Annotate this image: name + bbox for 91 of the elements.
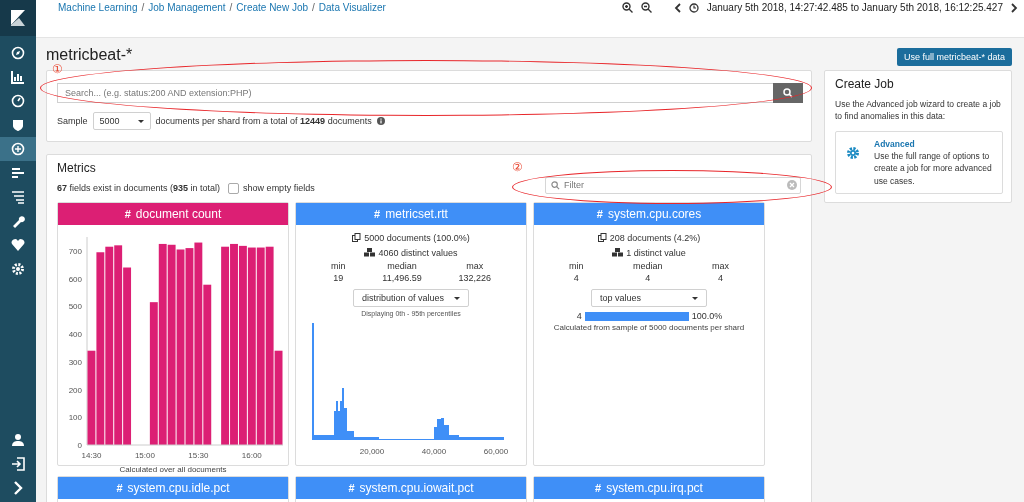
document-count-text: 5000 documents (100.0%)	[364, 232, 470, 243]
search-field[interactable]: Search... (e.g. status:200 AND extension:PHP)	[57, 83, 773, 103]
stat-value: 4	[645, 273, 651, 283]
search-icon	[783, 88, 793, 98]
chart-caption: Calculated over all documents	[119, 465, 227, 474]
breadcrumb-link[interactable]: Create New Job	[236, 2, 309, 13]
advanced-description: Use the full range of options to create a job for more advanced use cases.	[874, 149, 993, 187]
axis-label: 20,000	[359, 447, 384, 456]
chart-type-select[interactable]: top values	[591, 289, 707, 307]
y-tick-label: 200	[68, 385, 83, 395]
annotation-number: ②	[512, 160, 523, 174]
chart-type-select[interactable]: distribution of values	[353, 289, 469, 307]
info-icon[interactable]	[376, 117, 385, 125]
number-type-icon: #	[348, 482, 355, 494]
y-tick-label: 0	[77, 441, 83, 450]
x-tick-label: 14:30	[81, 451, 103, 460]
breadcrumb-link[interactable]: Job Management	[148, 2, 226, 13]
breadcrumb-link[interactable]: Machine Learning	[58, 2, 138, 13]
cubes-icon	[364, 248, 376, 257]
sample-size-select[interactable]: 5000	[92, 112, 151, 130]
gear-icon	[846, 145, 860, 160]
stat-value: 4	[718, 273, 723, 283]
breadcrumb-separator: /	[229, 2, 233, 13]
filter-field[interactable]: Filter	[545, 176, 801, 194]
zoom-in-icon[interactable]	[621, 2, 633, 13]
advanced-link[interactable]: Advanced	[874, 137, 996, 150]
stat-value: 19	[333, 273, 344, 283]
y-tick-label: 400	[68, 330, 83, 340]
field-name: system.cpu.irq.pct	[606, 481, 703, 495]
stat-label: min	[569, 261, 584, 271]
sample-label: Sample	[57, 116, 88, 126]
axis-label: 40,000	[421, 447, 446, 456]
cubes-icon	[612, 248, 624, 257]
page-title: metricbeat-*	[46, 45, 134, 64]
fields-summary: 67 fields exist in documents (935 in total)	[57, 183, 221, 193]
stat-label: median	[633, 261, 663, 271]
field-name: system.cpu.cores	[607, 207, 702, 221]
sample-description: documents per shard from a total of 12449 documents	[155, 116, 372, 126]
y-tick-label: 100	[68, 413, 83, 423]
checkbox-label: show empty fields	[243, 183, 315, 193]
field-name: system.cpu.iowait.pct	[359, 481, 474, 495]
document-count-text: 208 documents (4.2%)	[609, 232, 701, 243]
top-value-label: 4	[575, 311, 582, 321]
y-tick-label: 500	[68, 302, 83, 312]
time-range-link[interactable]: January 5th 2018, 14:27:42.485 to January 5th 2018, 16:12:25.427	[706, 2, 1003, 13]
breadcrumb-separator: /	[141, 2, 145, 13]
y-tick-label: 300	[68, 357, 83, 367]
number-type-icon: #	[374, 208, 381, 220]
search-button[interactable]	[773, 83, 803, 103]
x-tick-label: 15:30	[188, 451, 209, 460]
stat-value: 132,226	[458, 273, 491, 283]
stat-label: min	[331, 261, 346, 271]
field-name: system.cpu.idle.pct	[127, 481, 230, 495]
y-axis: 0 100 200 300 400 500 600 700	[68, 236, 88, 450]
stat-value: 11,496.59	[382, 273, 422, 283]
create-job-description: Use the Advanced job wizard to create a job to find anomalies in this data:	[835, 98, 1002, 123]
number-type-icon: #	[595, 482, 602, 494]
field-name: document count	[135, 207, 222, 221]
search-icon	[551, 180, 560, 190]
distinct-values-text: 4060 distinct values	[378, 247, 458, 258]
stat-label: max	[466, 261, 484, 271]
advanced-job-card[interactable]: Advanced Use the full range of options to create a job for more advanced use cases.	[835, 130, 1003, 194]
top-value-percent: 100.0%	[691, 311, 723, 321]
zoom-out-icon[interactable]	[640, 2, 652, 13]
chevron-left-icon[interactable]	[673, 2, 681, 13]
number-type-icon: #	[116, 482, 123, 494]
field-name: metricset.rtt	[385, 207, 448, 221]
distinct-values-text: 1 distinct value	[626, 247, 686, 258]
metrics-title: Metrics	[57, 161, 96, 175]
stat-label: median	[387, 261, 417, 271]
clock-icon	[688, 2, 699, 13]
y-tick-label: 600	[68, 274, 83, 284]
number-type-icon: #	[124, 208, 131, 220]
axis-label: 60,000	[483, 447, 508, 456]
documents-icon	[597, 233, 607, 242]
checkbox[interactable]	[228, 182, 240, 194]
x-tick-label: 15:00	[134, 451, 156, 460]
stat-value: 4	[573, 273, 579, 283]
sample-caption: Calculated from sample of 5000 documents per shard	[553, 323, 745, 332]
x-tick-label: 16:00	[241, 451, 263, 460]
y-tick-label: 700	[68, 246, 83, 256]
stat-label: max	[712, 261, 729, 271]
breadcrumb-link[interactable]: Data Visualizer	[318, 2, 386, 13]
logo-icon[interactable]	[0, 0, 36, 36]
documents-icon	[352, 233, 362, 242]
create-job-title: Create Job	[835, 77, 895, 91]
chevron-right-icon[interactable]	[1011, 2, 1018, 13]
number-type-icon: #	[596, 208, 603, 220]
annotation-number: ①	[52, 62, 63, 76]
breadcrumb-separator: /	[312, 2, 315, 13]
use-full-data-button[interactable]: Use full metricbeat-* data	[896, 48, 1012, 66]
